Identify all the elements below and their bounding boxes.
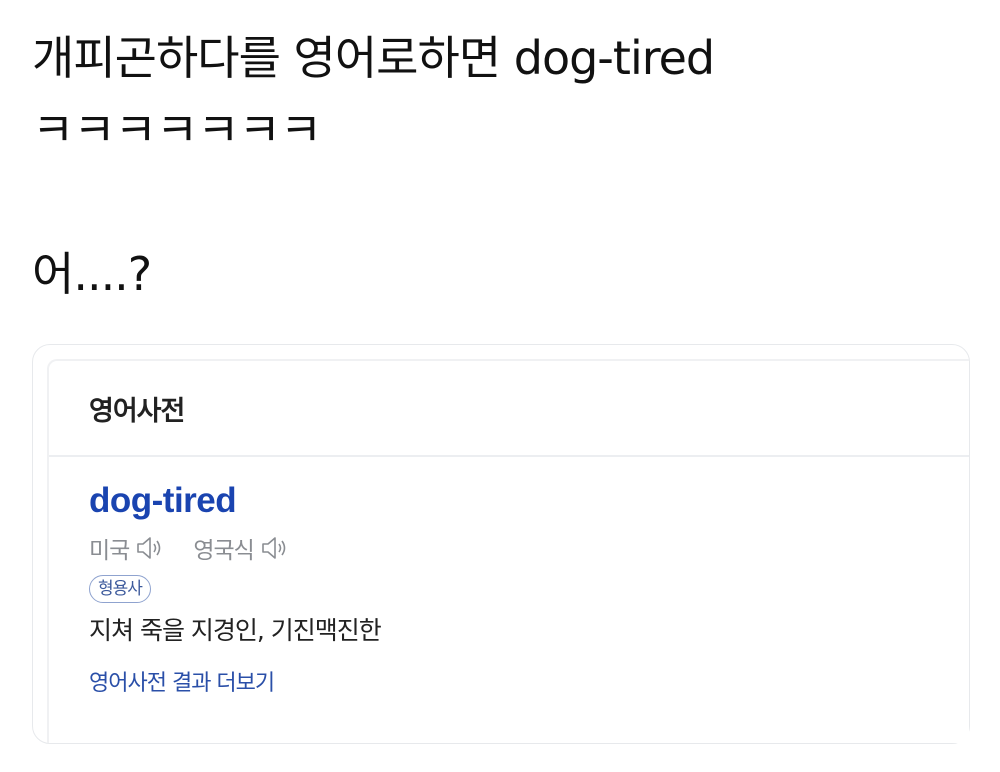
- card-body: dog-tired 미국 영국식 형용사 지쳐 죽을 지경인, 기진맥진한 영어…: [49, 457, 969, 699]
- post-line-laugh: ㅋㅋㅋㅋㅋㅋㅋ: [32, 103, 322, 157]
- post-line-title: 개피곤하다를 영어로하면 dog-tired: [32, 31, 715, 85]
- dictionary-word[interactable]: dog-tired: [89, 479, 969, 523]
- more-results-link[interactable]: 영어사전 결과 더보기: [89, 669, 969, 699]
- pron-us-label: 미국: [89, 538, 130, 564]
- card-header: 영어사전: [49, 361, 969, 457]
- speaker-icon[interactable]: [135, 535, 165, 561]
- part-of-speech-badge: 형용사: [89, 575, 151, 603]
- dictionary-card: 영어사전 dog-tired 미국 영국식 형용사 지쳐 죽을 지경인, 기진맥…: [32, 344, 970, 744]
- pron-uk-label: 영국식: [193, 538, 254, 564]
- post-line-question: 어....?: [32, 247, 152, 301]
- pronunciation-row: 미국 영국식: [89, 531, 969, 565]
- post-text: 개피곤하다를 영어로하면 dog-tired ㅋㅋㅋㅋㅋㅋㅋ 어....?: [32, 22, 972, 310]
- card-title: 영어사전: [89, 395, 185, 427]
- dictionary-card-inner: 영어사전 dog-tired 미국 영국식 형용사 지쳐 죽을 지경인, 기진맥…: [47, 359, 969, 743]
- meaning-text: 지쳐 죽을 지경인, 기진맥진한: [89, 616, 382, 645]
- speaker-icon[interactable]: [260, 535, 290, 561]
